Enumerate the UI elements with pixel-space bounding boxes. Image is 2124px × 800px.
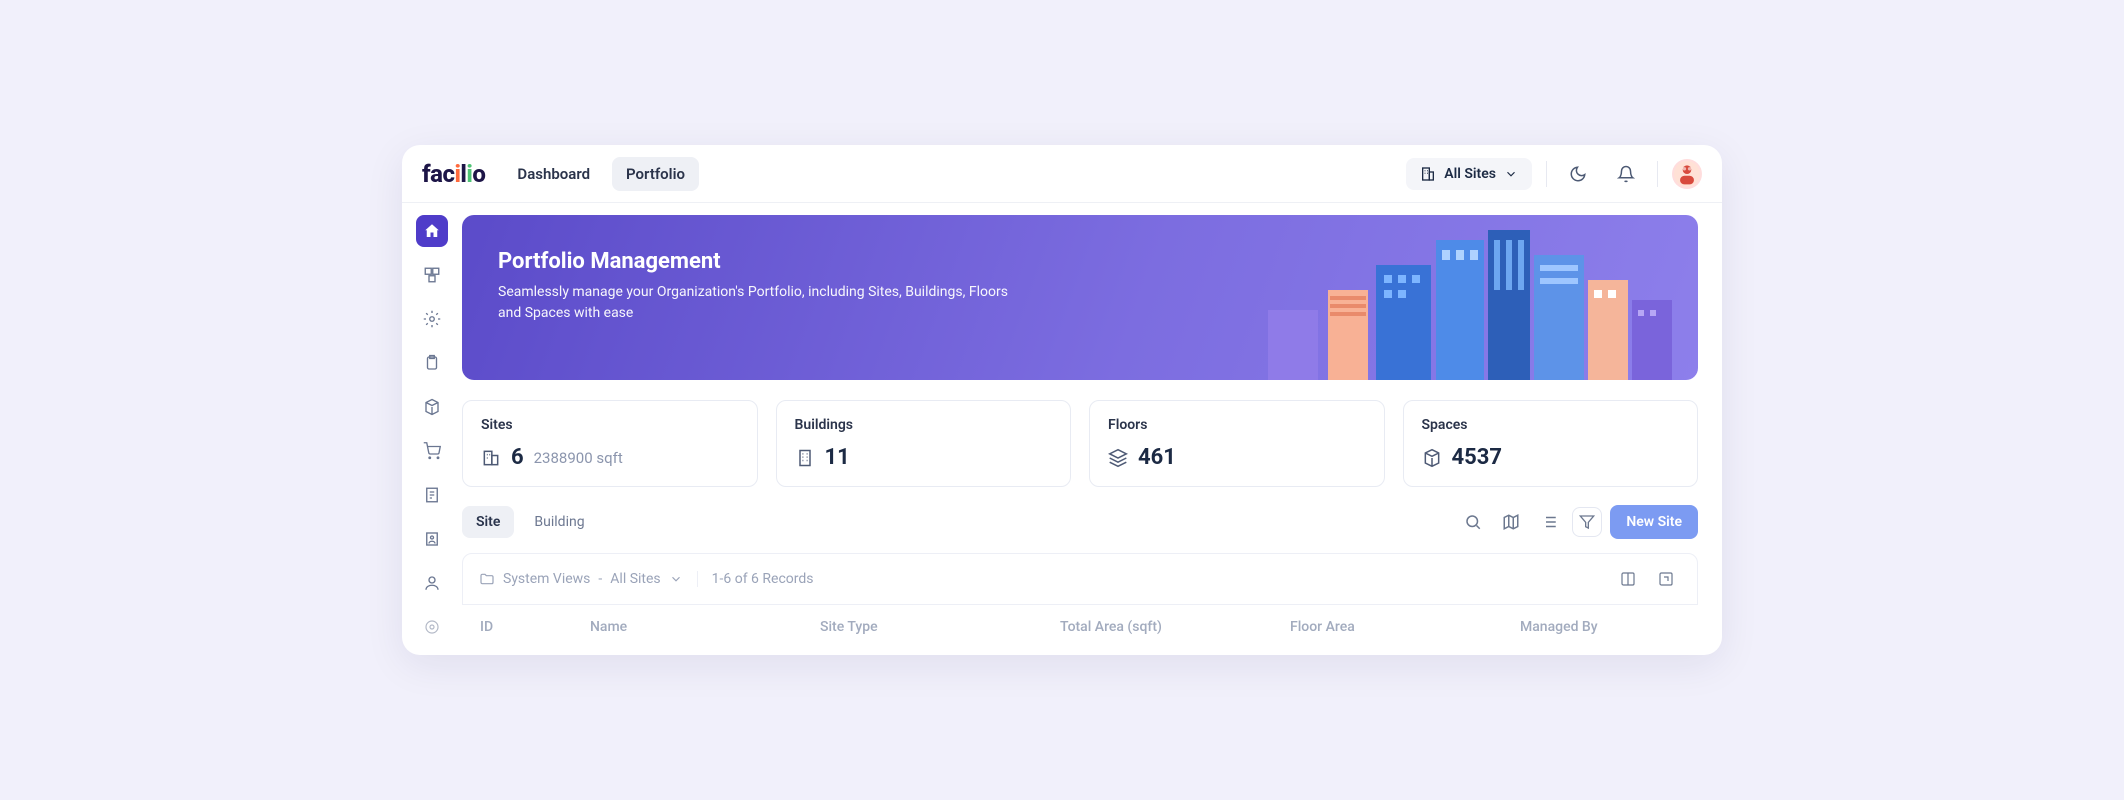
site-icon — [481, 448, 501, 468]
logo: facilio — [422, 160, 503, 188]
stat-value: 11 — [825, 445, 850, 470]
hero-description: Seamlessly manage your Organization's Po… — [498, 282, 1018, 324]
home-icon — [423, 222, 441, 240]
cart-icon — [423, 442, 441, 460]
view-bar: System Views - All Sites 1-6 of 6 Record… — [462, 553, 1698, 605]
sidebar-billing[interactable] — [416, 479, 448, 511]
sidebar-procurement[interactable] — [416, 435, 448, 467]
stat-label: Floors — [1108, 417, 1366, 433]
list-view-button[interactable] — [1534, 507, 1564, 537]
current-view[interactable]: All Sites — [610, 571, 660, 587]
stat-label: Sites — [481, 417, 739, 433]
notifications-button[interactable] — [1609, 157, 1643, 191]
sidebar-settings[interactable] — [416, 303, 448, 335]
sidebar-workorders[interactable] — [416, 347, 448, 379]
boxes-icon — [423, 266, 441, 284]
gear-icon — [423, 310, 441, 328]
search-icon — [1464, 513, 1482, 531]
building-icon — [795, 448, 815, 468]
building-user-icon — [423, 530, 441, 548]
nav-portfolio[interactable]: Portfolio — [612, 157, 699, 191]
cube-icon — [1422, 448, 1442, 468]
site-picker[interactable]: All Sites — [1406, 158, 1532, 190]
gear-small-icon — [424, 619, 440, 635]
filter-icon — [1579, 514, 1595, 530]
export-button[interactable] — [1651, 564, 1681, 594]
table-header: ID Name Site Type Total Area (sqft) Floo… — [462, 605, 1698, 649]
table-toolbar: Site Building New Site — [462, 505, 1698, 539]
sidebar-tenants[interactable] — [416, 523, 448, 555]
sidebar-inventory[interactable] — [416, 391, 448, 423]
stat-label: Spaces — [1422, 417, 1680, 433]
avatar[interactable] — [1672, 159, 1702, 189]
stat-buildings[interactable]: Buildings 11 — [776, 400, 1072, 487]
moon-icon — [1569, 165, 1587, 183]
nav-tabs: Dashboard Portfolio — [503, 157, 699, 191]
map-icon — [1502, 513, 1520, 531]
city-illustration — [1258, 220, 1698, 380]
col-area[interactable]: Total Area (sqft) — [1060, 619, 1290, 635]
stat-label: Buildings — [795, 417, 1053, 433]
layers-icon — [1108, 448, 1128, 468]
new-site-button[interactable]: New Site — [1610, 505, 1698, 539]
subtab-site[interactable]: Site — [462, 506, 514, 538]
divider — [1546, 161, 1547, 187]
subtab-building[interactable]: Building — [520, 506, 598, 538]
stat-sites[interactable]: Sites 6 2388900 sqft — [462, 400, 758, 487]
chevron-down-icon — [1504, 167, 1518, 181]
views-label: System Views — [503, 571, 590, 587]
col-floor[interactable]: Floor Area — [1290, 619, 1520, 635]
bell-icon — [1617, 165, 1635, 183]
main-content: Portfolio Management Seamlessly manage y… — [462, 203, 1722, 655]
sidebar-home[interactable] — [416, 215, 448, 247]
search-button[interactable] — [1458, 507, 1488, 537]
package-icon — [423, 398, 441, 416]
nav-dashboard[interactable]: Dashboard — [503, 157, 604, 191]
filter-button[interactable] — [1572, 507, 1602, 537]
stat-floors[interactable]: Floors 461 — [1089, 400, 1385, 487]
stat-spaces[interactable]: Spaces 4537 — [1403, 400, 1699, 487]
receipt-icon — [423, 486, 441, 504]
col-type[interactable]: Site Type — [820, 619, 1060, 635]
sidebar-assets[interactable] — [416, 259, 448, 291]
sidebar-vendors[interactable] — [416, 567, 448, 599]
columns-button[interactable] — [1613, 564, 1643, 594]
divider — [1657, 161, 1658, 187]
chevron-down-icon — [669, 572, 683, 586]
stat-value: 4537 — [1452, 445, 1503, 470]
map-view-button[interactable] — [1496, 507, 1526, 537]
folder-icon — [479, 571, 495, 587]
sidebar — [402, 203, 462, 655]
clipboard-icon — [423, 354, 441, 372]
hero-banner: Portfolio Management Seamlessly manage y… — [462, 215, 1698, 380]
col-name[interactable]: Name — [590, 619, 820, 635]
col-managed[interactable]: Managed By — [1520, 619, 1680, 635]
list-icon — [1540, 513, 1558, 531]
columns-icon — [1620, 571, 1636, 587]
site-picker-label: All Sites — [1444, 166, 1496, 182]
user-icon — [423, 574, 441, 592]
col-id[interactable]: ID — [480, 619, 590, 635]
theme-toggle[interactable] — [1561, 157, 1595, 191]
stat-value: 461 — [1138, 445, 1176, 470]
building-icon — [1420, 166, 1436, 182]
topbar: facilio Dashboard Portfolio All Sites — [402, 145, 1722, 203]
export-icon — [1658, 571, 1674, 587]
stat-value: 6 — [511, 445, 524, 470]
stat-sub: 2388900 sqft — [534, 449, 623, 467]
record-count: 1-6 of 6 Records — [712, 571, 814, 587]
sidebar-more[interactable] — [416, 611, 448, 643]
